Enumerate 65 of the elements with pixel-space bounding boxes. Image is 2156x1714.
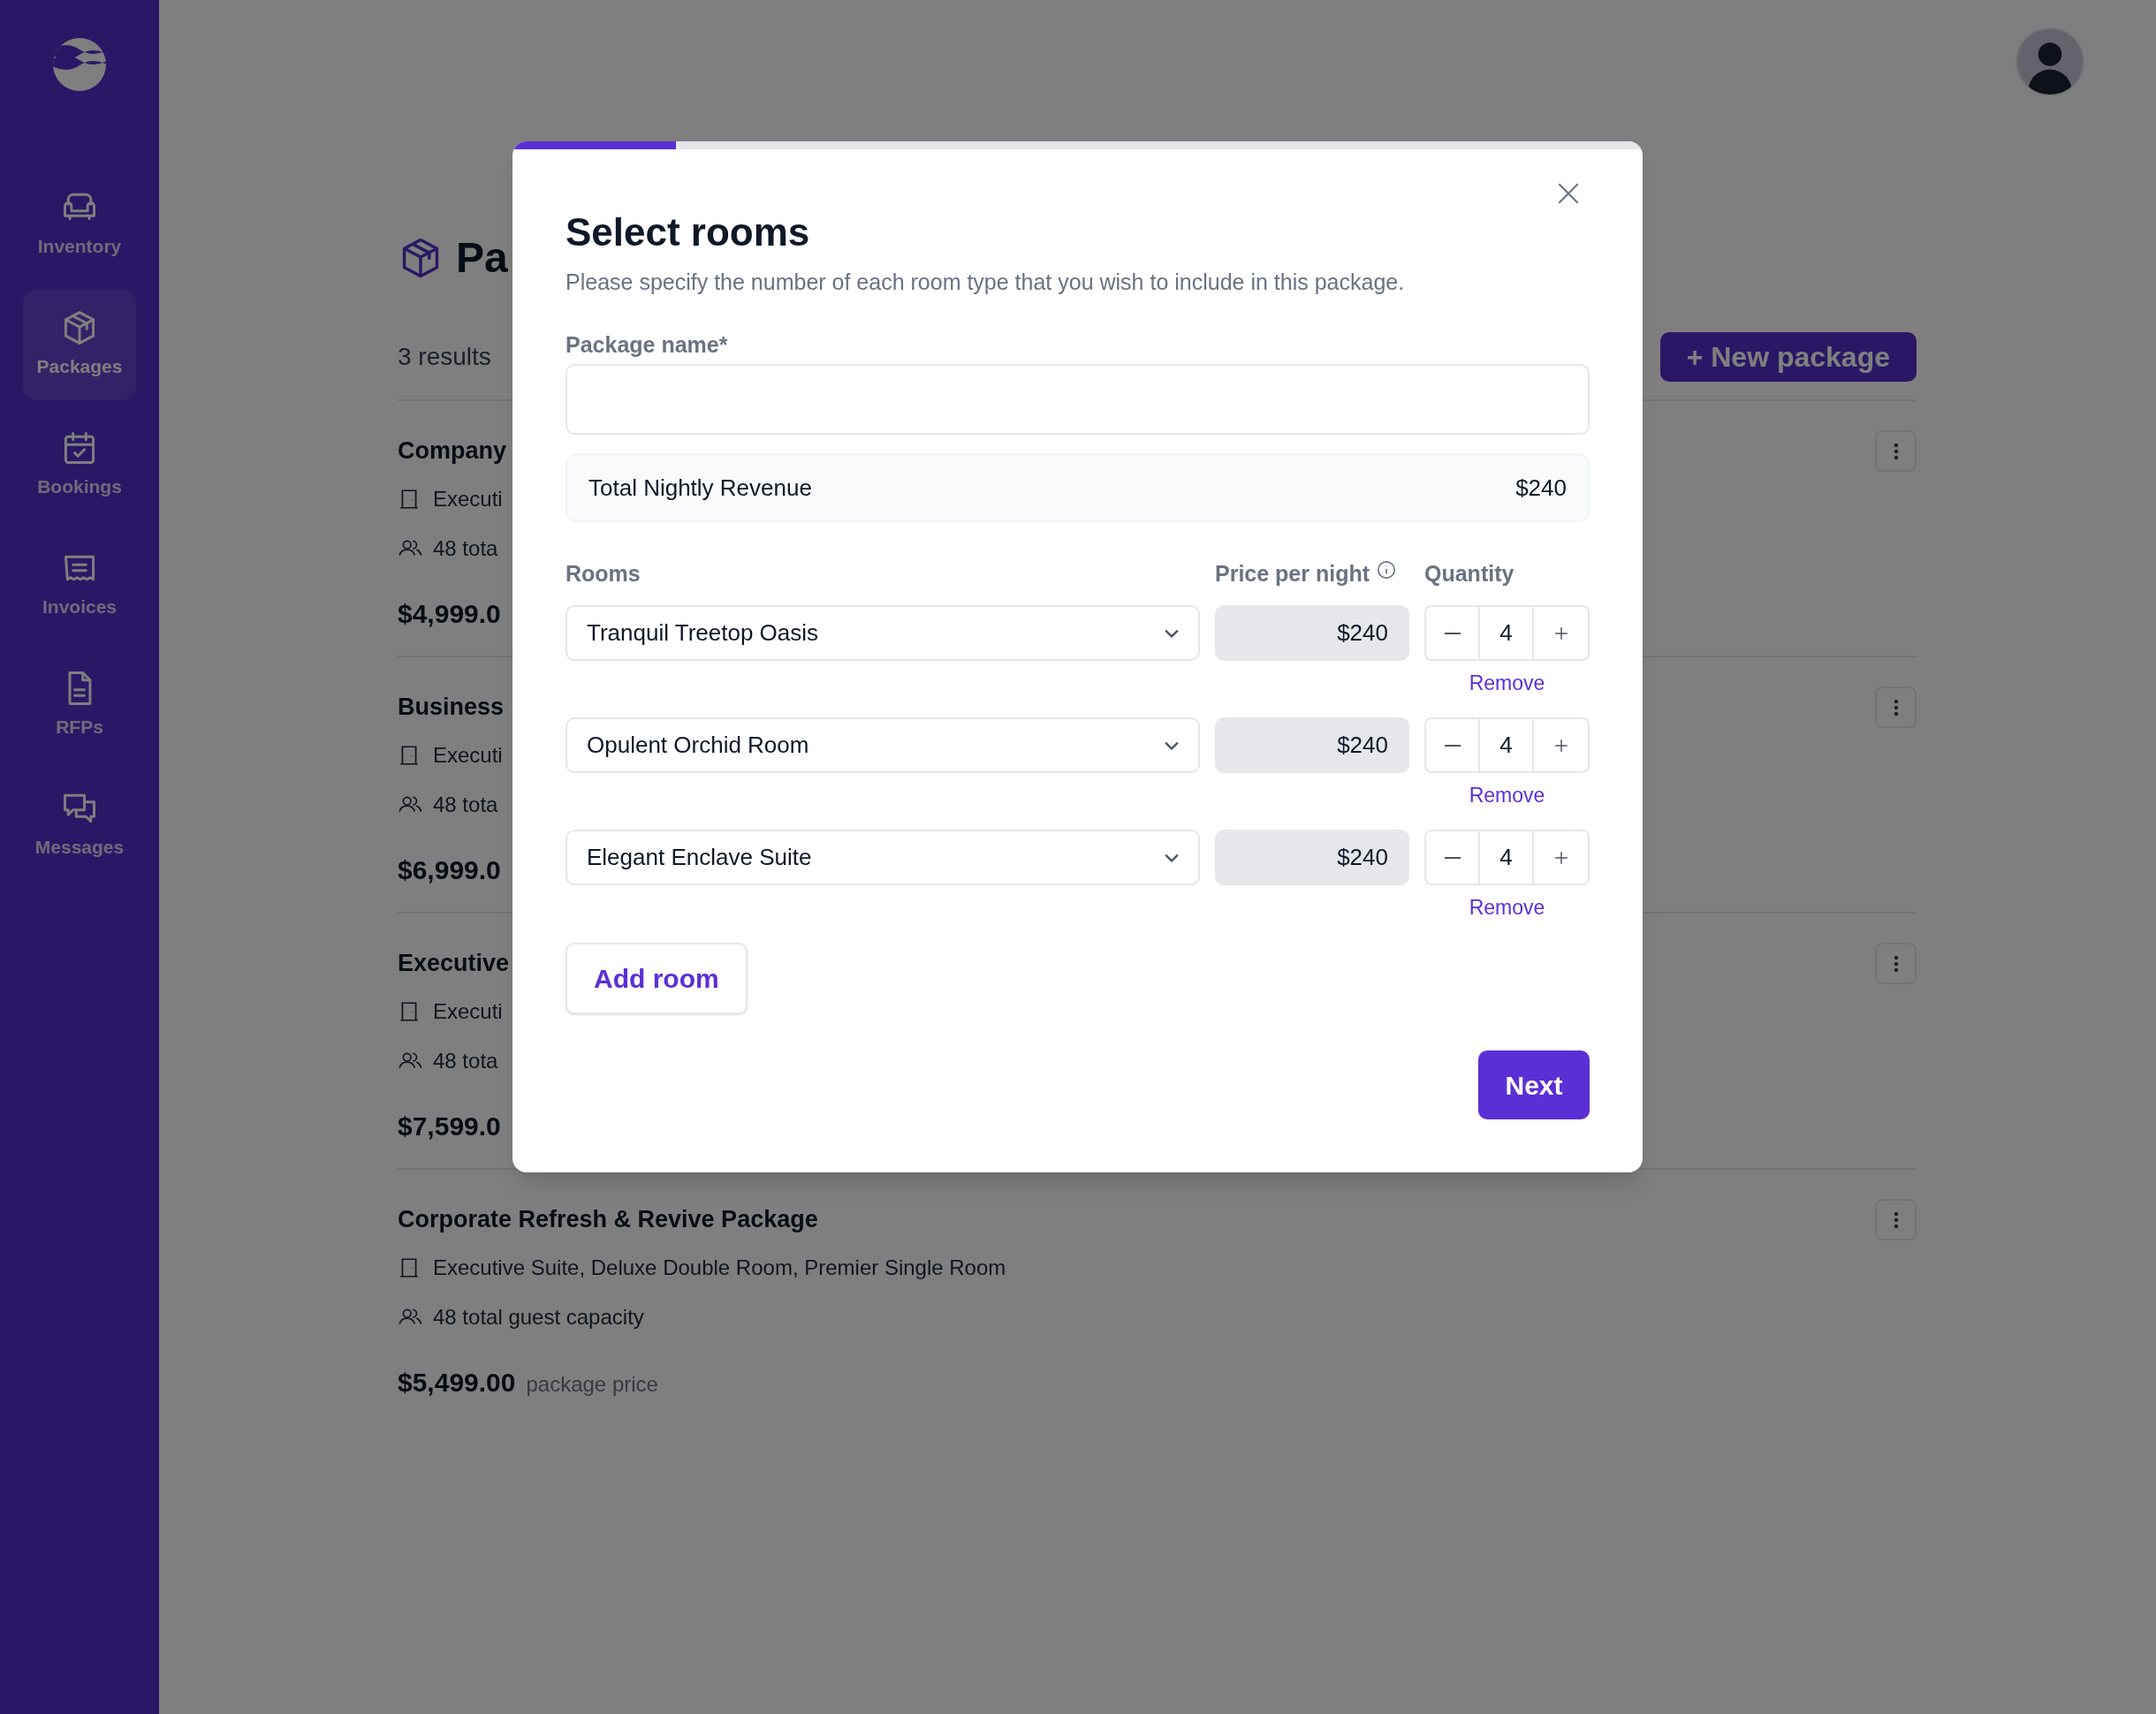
package-price: $5,499.00 [398, 1367, 516, 1399]
price-field: $240 [1215, 717, 1409, 773]
remove-link[interactable]: Remove [1424, 670, 1590, 696]
door-icon [398, 1256, 421, 1279]
minus-icon [1444, 856, 1461, 859]
remove-link[interactable]: Remove [1424, 782, 1590, 808]
package-name-field[interactable] [566, 364, 1590, 435]
results-count: 3 results [398, 342, 491, 372]
price-note: package price [526, 1371, 658, 1398]
door-icon [398, 488, 421, 511]
column-header: Quantity [1424, 560, 1515, 588]
modal-title: Select rooms [566, 209, 811, 255]
room-select[interactable]: Tranquil Treetop Oasis [566, 605, 1200, 661]
page-title: Pa [456, 237, 508, 279]
chevron-down-icon [1165, 740, 1179, 750]
room-list: Executive Suite, Deluxe Double Room, Premier Single Room [433, 1252, 1006, 1284]
chevron-down-icon [1165, 628, 1179, 638]
kebab-icon [1893, 698, 1899, 717]
door-icon [398, 744, 421, 767]
plus-icon [1552, 737, 1569, 754]
plus-icon [1552, 625, 1569, 641]
guest-capacity: 48 total guest capacity [433, 1304, 644, 1331]
door-icon [398, 1000, 421, 1023]
column-header: Rooms [566, 560, 641, 588]
info-icon[interactable] [1377, 560, 1397, 580]
guest-capacity: 48 tota [433, 792, 498, 818]
room-list: Executi [433, 996, 503, 1028]
room-list: Executi [433, 483, 503, 515]
add-room-button[interactable]: Add room [566, 943, 748, 1014]
plus-icon [1552, 849, 1569, 866]
next-button[interactable]: Next [1478, 1050, 1590, 1119]
quantity-value: 4 [1480, 607, 1534, 659]
kebab-icon [1893, 954, 1899, 973]
package-title: Executive [398, 949, 510, 978]
package-title: Corporate Refresh & Revive Package [398, 1205, 818, 1234]
remove-link[interactable]: Remove [1424, 894, 1590, 921]
total-label: Total Nightly Revenue [588, 473, 812, 503]
chevron-down-icon [1165, 853, 1179, 862]
minus-icon [1444, 744, 1461, 747]
quantity-value: 4 [1480, 831, 1534, 884]
price-field: $240 [1215, 830, 1409, 885]
package-price: $7,599.0 [398, 1111, 501, 1142]
more-button[interactable] [1875, 430, 1917, 472]
package-price: $4,999.0 [398, 598, 501, 630]
kebab-icon [1893, 1210, 1899, 1229]
total-value: $240 [1515, 473, 1567, 503]
modal-subtitle: Please specify the number of each room type that you wish to include in this package. [566, 269, 1406, 296]
more-button[interactable] [1875, 686, 1917, 728]
room-list: Executi [433, 739, 503, 771]
more-button[interactable] [1875, 943, 1917, 984]
new-package-button[interactable]: + New package [1659, 332, 1917, 382]
field-label: Package name* [566, 331, 729, 359]
package-title: Business [398, 693, 505, 722]
price-field: $240 [1215, 605, 1409, 661]
package-title: Company [398, 436, 507, 466]
quantity-value: 4 [1480, 719, 1534, 771]
room-select[interactable]: Opulent Orchid Room [566, 717, 1200, 773]
room-select[interactable]: Elegant Enclave Suite [566, 830, 1200, 885]
column-header: Price per night [1215, 560, 1370, 588]
more-button[interactable] [1875, 1199, 1917, 1240]
minus-icon [1444, 632, 1461, 634]
package-price: $6,999.0 [398, 854, 501, 886]
guest-capacity: 48 tota [433, 535, 498, 562]
guest-capacity: 48 tota [433, 1048, 498, 1074]
kebab-icon [1893, 442, 1899, 460]
